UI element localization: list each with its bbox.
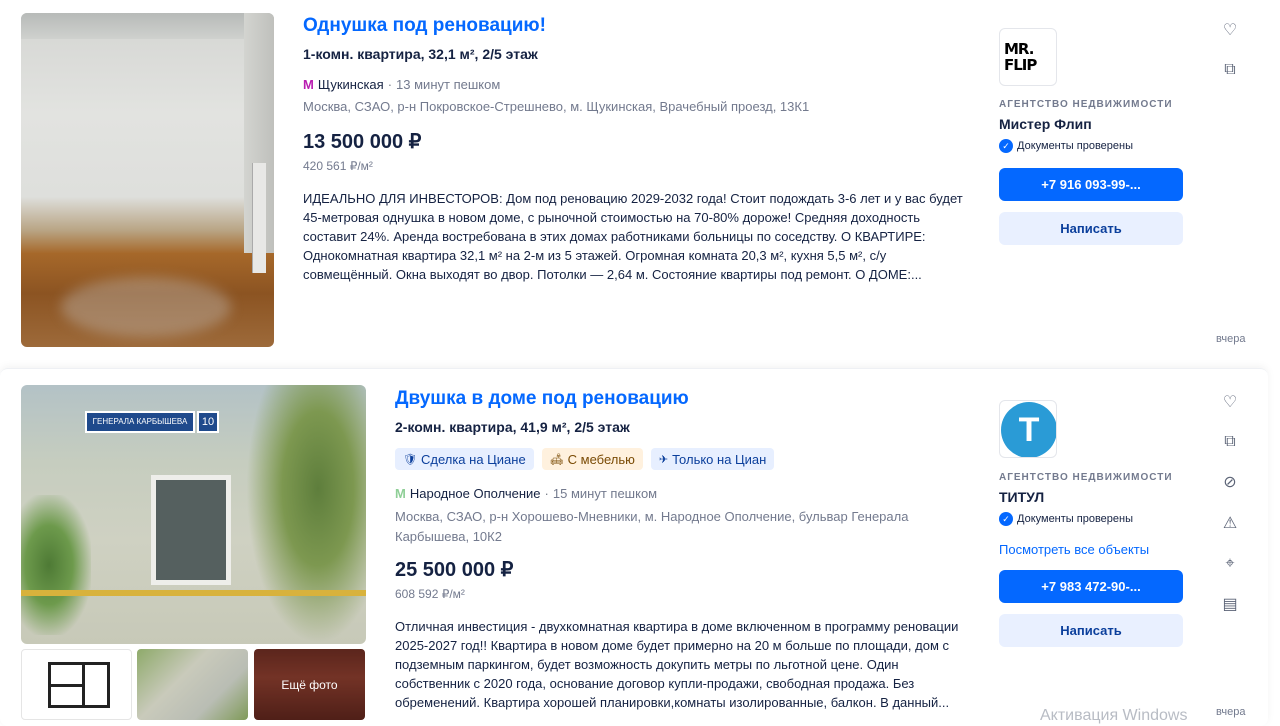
thumbnail-floorplan[interactable] xyxy=(21,649,132,720)
write-button[interactable]: Написать xyxy=(999,212,1183,245)
photo-house-number: 10 xyxy=(197,411,219,433)
shield-icon: 🛡 xyxy=(403,453,417,466)
listing-title[interactable]: Однушка под реновацию! xyxy=(303,15,546,37)
map-pin-icon[interactable]: ⌖ xyxy=(1216,550,1244,578)
floorplan-wall xyxy=(82,662,85,708)
photo-door xyxy=(252,163,266,273)
compare-icon[interactable]: ⧉ xyxy=(1216,56,1244,84)
listing-photo[interactable]: ГЕНЕРАЛА КАРБЫШЕВА 10 xyxy=(21,385,366,644)
photo-street-sign: ГЕНЕРАЛА КАРБЫШЕВА xyxy=(85,411,195,433)
photo-window xyxy=(151,475,231,585)
listing-address[interactable]: Москва, СЗАО, р-н Хорошево-Мневники, м. … xyxy=(395,507,955,547)
listing-price: 25 500 000 ₽ xyxy=(395,559,514,581)
verified-label: Документы проверены xyxy=(1017,513,1134,525)
agency-label: АГЕНТСТВО НЕДВИЖИМОСТИ xyxy=(999,99,1173,110)
listing-date: вчера xyxy=(1216,333,1246,345)
metro-icon: М xyxy=(303,77,314,92)
listing-subtitle: 1-комн. квартира, 32,1 м², 2/5 этаж xyxy=(303,46,538,62)
agency-logo-text: MR. FLIP xyxy=(1004,40,1037,74)
compare-icon[interactable]: ⧉ xyxy=(1216,428,1244,456)
agency-logo-mark: Т xyxy=(1001,402,1056,457)
listing-photo[interactable] xyxy=(21,13,274,347)
warning-icon[interactable]: ⚠ xyxy=(1216,509,1244,537)
photo-gas-pipe xyxy=(21,590,366,596)
write-button[interactable]: Написать xyxy=(999,614,1183,647)
thumbnail-photo[interactable] xyxy=(137,649,248,720)
listing-price: 13 500 000 ₽ xyxy=(303,131,422,153)
listing-card[interactable]: Однушка под реновацию! 1-комн. квартира,… xyxy=(0,0,1268,360)
walk-time: 13 минут пешком xyxy=(396,77,501,92)
listing-description: ИДЕАЛЬНО ДЛЯ ИНВЕСТОРОВ: Дом под реновац… xyxy=(303,191,963,282)
price-per-meter: 420 561 ₽/м² xyxy=(303,159,373,173)
metro-station[interactable]: Народное Ополчение xyxy=(410,486,541,501)
rocket-icon: ✈ xyxy=(658,453,669,466)
price-per-meter: 608 592 ₽/м² xyxy=(395,587,465,601)
document-icon[interactable]: ▤ xyxy=(1216,590,1244,618)
show-phone-button[interactable]: +7 916 093-99-... xyxy=(999,168,1183,201)
metro-station[interactable]: Щукинская xyxy=(318,77,384,92)
agency-logo[interactable]: Т xyxy=(999,400,1057,458)
badge-only-on-cian[interactable]: ✈ Только на Циан xyxy=(650,448,775,470)
photo-ceiling xyxy=(21,13,274,39)
listing-description: Отличная инвестиция - двухкомнатная квар… xyxy=(395,619,959,710)
favorite-heart-icon[interactable]: ♡ xyxy=(1216,16,1244,44)
walk-time: 15 минут пешком xyxy=(552,486,658,501)
more-photos-button[interactable]: Ещё фото xyxy=(254,649,365,720)
agency-name[interactable]: ТИТУЛ xyxy=(999,489,1044,505)
agency-label: АГЕНТСТВО НЕДВИЖИМОСТИ xyxy=(999,472,1173,483)
badges-row: 🛡 Сделка на Циане 🛋 С мебелью ✈ Только н… xyxy=(395,448,775,470)
badge-furniture[interactable]: 🛋 С мебелью xyxy=(541,448,643,470)
photo-tree xyxy=(246,385,366,644)
photo-floor-haze xyxy=(61,277,231,337)
separator-dot: · xyxy=(544,486,549,501)
floorplan-wall xyxy=(48,684,82,687)
badge-label: Только на Циан xyxy=(672,451,767,467)
photo-bush xyxy=(21,495,91,635)
check-icon: ✓ xyxy=(999,139,1013,153)
photo-street-sign-text: ГЕНЕРАЛА КАРБЫШЕВА xyxy=(92,417,188,426)
hide-eye-icon[interactable]: ⊘ xyxy=(1216,468,1244,496)
separator-dot: · xyxy=(387,77,393,92)
favorite-heart-icon[interactable]: ♡ xyxy=(1216,388,1244,416)
agency-name[interactable]: Мистер Флип xyxy=(999,116,1092,132)
agency-logo[interactable]: MR. FLIP xyxy=(999,28,1057,86)
show-phone-button[interactable]: +7 983 472-90-... xyxy=(999,570,1183,603)
verified-badge: ✓ Документы проверены xyxy=(999,512,1133,526)
listing-address[interactable]: Москва, СЗАО, р-н Покровское-Стрешнево, … xyxy=(303,97,983,117)
badge-label: Сделка на Циане xyxy=(420,451,526,467)
verified-badge: ✓ Документы проверены xyxy=(999,139,1133,153)
metro-icon: М xyxy=(395,486,406,501)
badge-deal-on-cian[interactable]: 🛡 Сделка на Циане xyxy=(395,448,534,470)
see-all-objects-link[interactable]: Посмотреть все объекты xyxy=(999,542,1149,557)
verified-label: Документы проверены xyxy=(1017,140,1134,152)
windows-activation-watermark: Активация Windows xyxy=(1040,707,1188,724)
more-photos-label: Ещё фото xyxy=(281,677,338,692)
badge-label: С мебелью xyxy=(567,451,635,467)
listing-title[interactable]: Двушка в доме под реновацию xyxy=(395,388,689,410)
sofa-icon: 🛋 xyxy=(549,453,564,466)
check-icon: ✓ xyxy=(999,512,1013,526)
listing-subtitle: 2-комн. квартира, 41,9 м², 2/5 этаж xyxy=(395,419,630,435)
metro-info: М Щукинская · 13 минут пешком xyxy=(303,77,500,92)
listing-date: вчера xyxy=(1216,706,1246,718)
metro-info: М Народное Ополчение · 15 минут пешком xyxy=(395,486,657,501)
